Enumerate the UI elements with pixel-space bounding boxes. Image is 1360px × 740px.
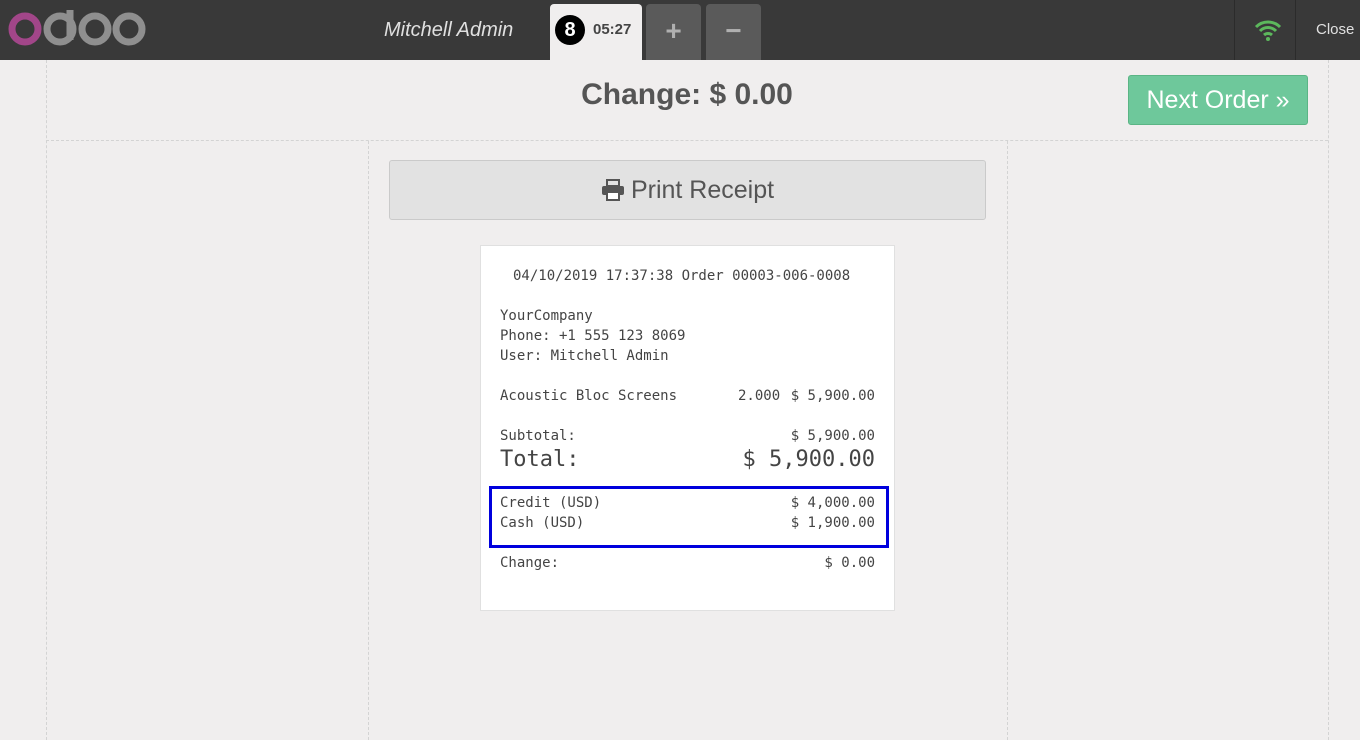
company-name: YourCompany [500,308,593,324]
order-tab[interactable]: 8 05:27 [550,4,642,60]
total-label: Total: [500,447,580,472]
subtotal-value: $ 5,900.00 [790,428,875,444]
receipt-user: User: Mitchell Admin [500,348,669,364]
receipt-line-product: Acoustic Bloc Screens [500,388,678,404]
subtotal-label: Subtotal: [500,428,576,444]
close-button[interactable]: Close [1316,21,1354,38]
layout-guide [1328,60,1329,740]
receipt: 04/10/2019 17:37:38 Order 00003-006-0008… [480,245,895,611]
remove-order-button[interactable]: − [706,4,761,60]
print-receipt-button[interactable]: Print Receipt [389,160,986,220]
layout-guide [368,141,369,740]
payments-highlight-box [489,486,889,548]
next-order-button[interactable]: Next Order » [1128,75,1308,125]
cashier-name[interactable]: Mitchell Admin [384,19,513,42]
receipt-header-line: 04/10/2019 17:37:38 Order 00003-006-0008 [513,268,851,284]
change-value: $ 0.00 [824,555,875,571]
print-receipt-label: Print Receipt [630,176,775,204]
odoo-logo [8,10,146,46]
order-time: 05:27 [593,21,632,38]
layout-guide [46,140,1328,141]
add-order-button[interactable]: + [646,4,701,60]
printer-icon [601,179,624,201]
receipt-line-price: $ 5,900.00 [790,388,875,404]
change-label: Change: [500,555,560,571]
total-value: $ 5,900.00 [742,447,875,472]
top-bar: Mitchell Admin 8 05:27 + − Close [0,0,1360,60]
divider [1234,0,1235,60]
wifi-icon [1254,20,1282,41]
receipt-line-qty: 2.000 [738,388,781,404]
divider [1295,0,1296,60]
company-phone: Phone: +1 555 123 8069 [500,328,686,344]
layout-guide [1007,141,1008,740]
order-number-badge: 8 [555,15,585,45]
layout-guide [46,60,47,740]
